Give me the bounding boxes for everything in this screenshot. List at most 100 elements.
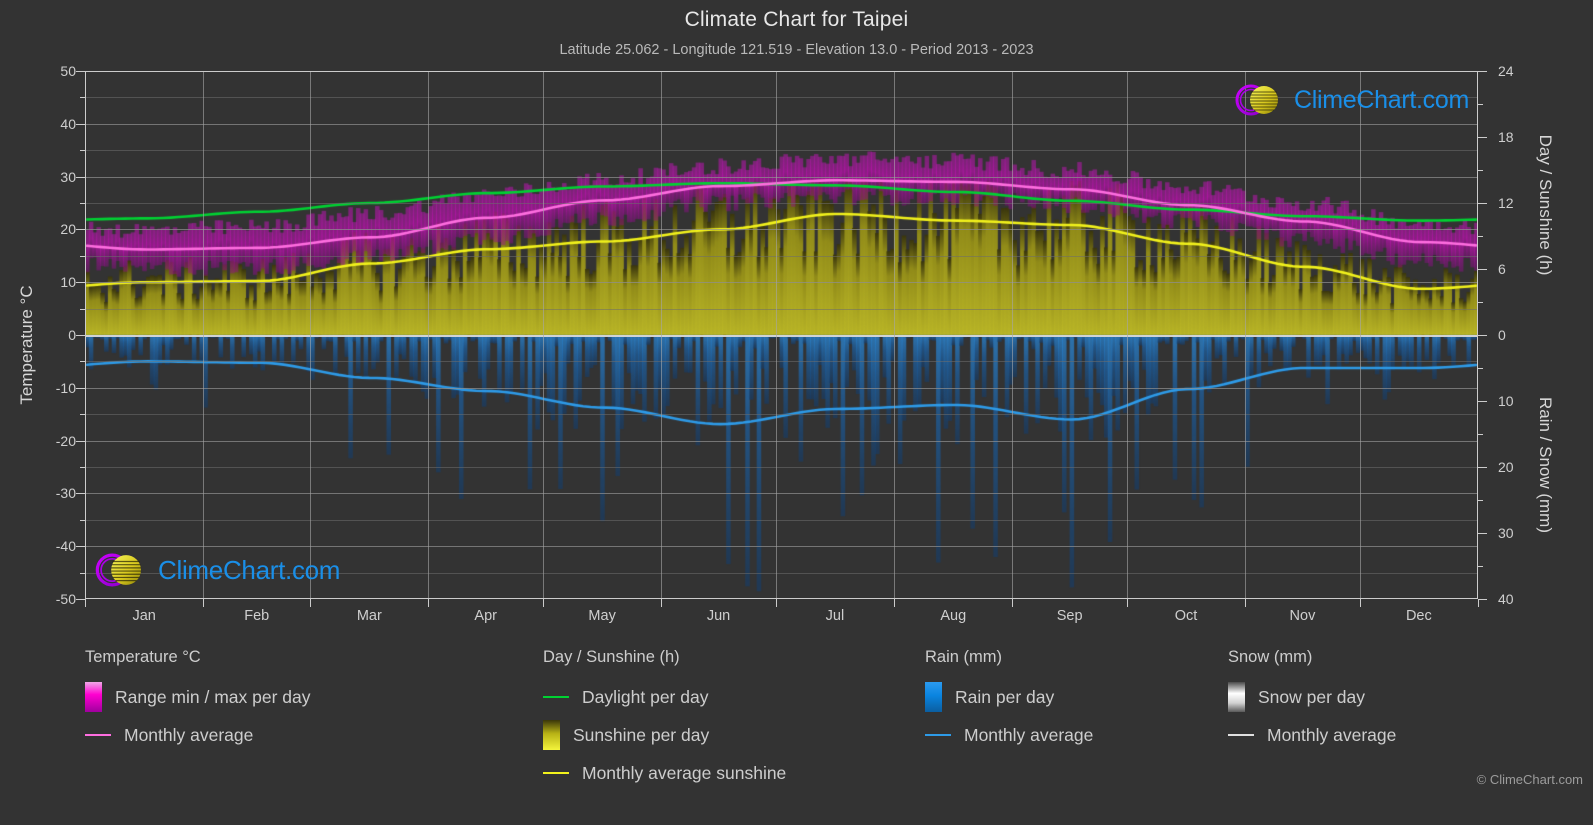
- x-axis-tickmark: [1359, 599, 1361, 607]
- y-axis-left-tick: -40: [55, 538, 76, 555]
- legend-item[interactable]: Range min / max per day: [85, 678, 311, 716]
- gridline-horizontal: [85, 203, 1478, 204]
- zero-line: [85, 335, 1478, 337]
- gridline-vertical: [203, 71, 205, 599]
- x-axis-tickmark: [85, 599, 86, 607]
- legend-swatch: [1228, 682, 1245, 712]
- legend-swatch: [925, 682, 942, 712]
- gridline-vertical: [1359, 71, 1361, 599]
- legend-item-label: Monthly average sunshine: [582, 762, 787, 783]
- legend-line-marker: [543, 696, 569, 698]
- y-axis-right-tickmark: [1478, 203, 1487, 204]
- legend-item[interactable]: Snow per day: [1228, 678, 1396, 716]
- gridline-horizontal: [85, 255, 1478, 257]
- x-axis-month-label: Feb: [244, 608, 270, 624]
- y-axis-right-tickmark-minor: [1478, 236, 1483, 237]
- legend-swatch: [85, 682, 102, 712]
- gridline-vertical: [1245, 71, 1247, 599]
- y-axis-right-tickmark-minor: [1478, 302, 1483, 303]
- legend-item-label: Monthly average: [124, 724, 254, 745]
- y-axis-right-tick-mm: 20: [1498, 459, 1514, 475]
- x-axis-tickmark: [428, 599, 430, 607]
- y-axis-left-tickmark: [76, 335, 85, 336]
- legend-item-label: Range min / max per day: [115, 686, 311, 707]
- y-axis-left-label: Temperature °C: [17, 285, 36, 405]
- legend-group-title: Day / Sunshine (h): [543, 648, 680, 666]
- y-axis-left-tickmark-minor: [80, 467, 85, 468]
- y-axis-left-tickmark: [76, 229, 85, 231]
- legend-item[interactable]: Monthly average: [85, 716, 311, 754]
- y-axis-left-tick: -50: [55, 591, 76, 607]
- y-axis-right-tick-hours: 18: [1498, 129, 1514, 145]
- climechart-logo-icon: [95, 553, 141, 587]
- legend-item[interactable]: Rain per day: [925, 678, 1093, 716]
- x-axis-month-label: Apr: [474, 608, 497, 624]
- page-title: Climate Chart for Taipei: [684, 8, 909, 31]
- gridline-horizontal: [85, 414, 1478, 416]
- legend-group-title: Snow (mm): [1228, 648, 1313, 666]
- y-axis-left-tick: 20: [60, 221, 76, 238]
- gridline-horizontal: [85, 150, 1478, 152]
- y-axis-left-tickmark: [76, 440, 85, 442]
- gridline-vertical: [310, 71, 312, 599]
- y-axis-right-tick-mm: 10: [1498, 393, 1514, 409]
- x-axis-tickmark: [894, 599, 896, 607]
- legend-item[interactable]: Monthly average: [925, 716, 1093, 754]
- chart-legend: Temperature °C Range min / max per day Mon…: [0, 648, 1593, 808]
- x-axis-month-label: Dec: [1405, 608, 1432, 624]
- x-axis-month-label: Oct: [1174, 608, 1198, 624]
- legend-line-marker: [543, 772, 569, 774]
- y-axis-right-tick-hours: 24: [1498, 63, 1514, 79]
- x-axis-tickmark: [310, 599, 312, 607]
- x-axis-month-label: Jul: [825, 608, 845, 624]
- gridline-vertical: [1126, 71, 1128, 599]
- legend-item-label: Daylight per day: [582, 686, 709, 707]
- gridline-horizontal: [85, 467, 1478, 468]
- y-axis-right-tickmark: [1478, 533, 1487, 534]
- y-axis-right-tickmark: [1478, 467, 1487, 468]
- y-axis-right-tickmark: [1478, 599, 1487, 600]
- y-axis-right-tickmark-minor: [1478, 104, 1483, 105]
- gridline-horizontal: [85, 519, 1478, 521]
- logo-text: ClimeChart.com: [158, 554, 341, 585]
- legend-group-rain-mm: Rain (mm) Rain per day Monthly average: [925, 648, 1093, 754]
- y-axis-left-tickmark: [76, 387, 85, 389]
- y-axis-left-tickmark: [76, 546, 85, 548]
- y-axis-left-tick: 50: [60, 63, 76, 79]
- gridline-vertical: [661, 71, 663, 599]
- legend-item[interactable]: Monthly average: [1228, 716, 1396, 754]
- y-axis-left-tickmark: [76, 176, 85, 178]
- y-axis-right-tickmark-minor: [1478, 566, 1483, 567]
- y-axis-right-tick-hours: 6: [1498, 261, 1506, 277]
- legend-item[interactable]: Daylight per day: [543, 678, 786, 716]
- x-axis-month-label: May: [588, 608, 616, 624]
- y-axis-left-tickmark-minor: [80, 308, 85, 310]
- x-axis-tickmark: [542, 599, 544, 607]
- legend-item-label: Monthly average: [1267, 724, 1397, 745]
- y-axis-right-tick-mm: 40: [1498, 591, 1514, 607]
- y-axis-left-tickmark-minor: [80, 361, 85, 363]
- legend-group-temperature-c: Temperature °C Range min / max per day Mon…: [85, 648, 311, 754]
- y-axis-right-tickmark: [1478, 137, 1487, 138]
- legend-item[interactable]: Monthly average sunshine: [543, 754, 786, 792]
- climate-chart-page: Climate Chart for Taipei Latitude 25.062…: [0, 0, 1593, 825]
- legend-swatch: [543, 720, 560, 750]
- legend-group-snow-mm: Snow (mm) Snow per day Monthly average: [1228, 648, 1396, 754]
- x-axis-month-label: Aug: [940, 608, 967, 624]
- y-axis-right-tickmark-minor: [1478, 170, 1483, 171]
- x-axis-month-label: Sep: [1056, 608, 1083, 624]
- legend-item[interactable]: Sunshine per day: [543, 716, 786, 754]
- y-axis-right-tickmark-minor: [1478, 500, 1483, 501]
- legend-item-label: Sunshine per day: [573, 724, 710, 745]
- watermark-logo-top: ClimeChart.com: [1232, 80, 1469, 120]
- logo-text: ClimeChart.com: [1294, 85, 1469, 114]
- y-axis-right-tickmark: [1478, 335, 1487, 336]
- y-axis-left-tickmark-minor: [80, 519, 85, 521]
- y-axis-left-tick: 0: [68, 327, 76, 343]
- legend-line-marker: [85, 734, 111, 736]
- gridline-horizontal: [85, 229, 1478, 231]
- x-axis-tickmark: [661, 599, 663, 607]
- y-axis-left-tickmark-minor: [80, 150, 85, 152]
- x-axis-tickmark: [1245, 599, 1247, 607]
- x-axis-tickmark: [1126, 599, 1128, 607]
